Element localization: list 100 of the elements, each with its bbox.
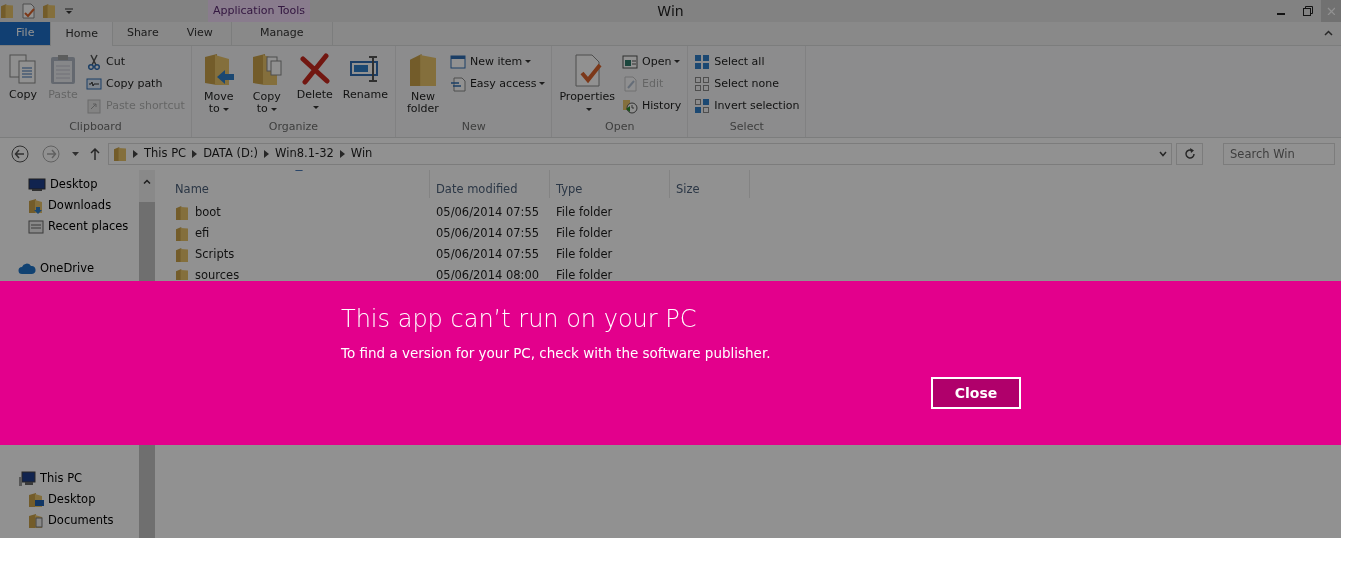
breadcrumb[interactable]: This PC <box>144 145 187 163</box>
contextual-tab-header: Application Tools <box>208 0 310 22</box>
folder-icon <box>175 225 189 242</box>
nav-label: Desktop <box>48 490 96 508</box>
file-name[interactable]: boot <box>195 203 221 222</box>
banner-message: To find a version for your PC, check with the software publisher. <box>341 344 772 363</box>
table-cell-text: 05/06/2014 08:00 <box>435 266 541 280</box>
document-lines-icon <box>449 76 466 92</box>
documents-icon <box>7 53 39 85</box>
table-cell-text: File folder <box>555 245 614 263</box>
nav-item[interactable]: Desktop <box>0 489 139 510</box>
address-field[interactable]: This PC DATA (D:) Win8.1-32 Win <box>108 143 1172 165</box>
ribbon-button[interactable]: Open <box>620 51 684 73</box>
nav-item[interactable]: Desktop <box>0 174 139 195</box>
places-icon <box>28 218 44 235</box>
ribbon-tab[interactable]: View <box>172 21 227 45</box>
refresh-button[interactable] <box>1176 143 1203 165</box>
ribbon-button[interactable]: Copy to <box>243 49 290 119</box>
chevron-right-icon <box>339 150 345 158</box>
scroll-up-button[interactable] <box>139 170 155 192</box>
grid-icon <box>694 54 711 70</box>
ribbon-button[interactable]: Copy <box>4 49 42 119</box>
banner-title: This app can’t run on your PC <box>341 304 698 335</box>
cloud-icon <box>18 262 36 275</box>
ribbon-button[interactable]: Copy path <box>84 73 187 95</box>
ribbon-button[interactable]: Easy access <box>447 73 548 95</box>
folder-icon <box>113 146 127 162</box>
breadcrumb[interactable]: Win8.1-32 <box>275 145 334 163</box>
ribbon-button[interactable]: Select all <box>692 51 802 73</box>
folder-monitor-icon <box>28 491 44 508</box>
file-name[interactable]: efi <box>195 224 210 243</box>
table-cell-text: 05/06/2014 07:55 <box>435 224 541 242</box>
ribbon-button[interactable]: Select none <box>692 73 802 95</box>
breadcrumb[interactable]: Win <box>350 145 373 163</box>
file-tab[interactable]: File <box>0 21 51 45</box>
ribbon-button[interactable]: New item <box>447 51 548 73</box>
grid-icon <box>694 76 711 92</box>
minimize-icon <box>1276 13 1285 15</box>
ribbon-button[interactable]: History <box>620 95 684 117</box>
column-header[interactable]: Name <box>169 170 430 198</box>
folder-icon <box>42 3 56 19</box>
column-header[interactable]: Size <box>670 170 750 198</box>
table-cell-text: File folder <box>555 266 614 280</box>
folder-arrow-icon <box>28 197 44 214</box>
ribbon-button[interactable]: Move to <box>195 49 242 119</box>
nav-item[interactable]: This PC <box>0 468 139 489</box>
table-cell-text: 05/06/2014 07:55 <box>435 245 541 263</box>
folder-document-icon <box>28 512 44 529</box>
nav-item[interactable]: Downloads <box>0 195 139 216</box>
chevron-right-icon <box>133 150 138 158</box>
shortcut-icon <box>86 98 102 114</box>
chevron-up-icon <box>143 178 151 184</box>
restore-icon <box>1302 6 1313 16</box>
folder-documents-icon <box>250 53 283 87</box>
monitor-icon <box>28 177 46 192</box>
group-label: Clipboard <box>68 119 123 135</box>
table-cell-text: File folder <box>555 224 614 242</box>
group-label: New <box>460 119 487 135</box>
cross-icon <box>298 53 331 85</box>
scrollbar-thumb[interactable] <box>139 192 155 202</box>
ribbon-tab[interactable]: Share <box>112 21 173 45</box>
scissors-icon <box>86 54 102 70</box>
nav-label: Downloads <box>48 196 112 214</box>
folder-clock-icon <box>622 98 638 114</box>
window-icon <box>449 54 466 70</box>
nav-label: Recent places <box>48 217 129 235</box>
ribbon-button[interactable]: Rename <box>339 49 391 119</box>
chevron-down-icon <box>1159 151 1167 157</box>
column-header[interactable]: Date modified <box>430 170 550 198</box>
folder-arrow-icon <box>202 53 235 87</box>
ribbon-button[interactable]: Properties <box>556 49 618 119</box>
chevron-up-icon <box>1324 30 1333 36</box>
file-name[interactable]: Scripts <box>195 245 235 264</box>
close-button[interactable]: Close <box>931 377 1021 410</box>
group-label: Organize <box>267 119 319 135</box>
file-name[interactable]: sources <box>195 266 240 280</box>
window-title: Win <box>657 2 684 19</box>
ribbon-tab[interactable]: Manage <box>230 21 333 45</box>
grid-icon <box>694 98 711 114</box>
nav-item[interactable]: Recent places <box>0 216 139 237</box>
folder-icon <box>0 3 14 19</box>
breadcrumb[interactable]: DATA (D:) <box>203 145 259 163</box>
ribbon-button[interactable]: Delete <box>291 49 338 119</box>
ribbon-tab[interactable]: Home <box>50 21 113 46</box>
folder-icon <box>408 53 437 87</box>
ribbon-button[interactable]: Invert selection <box>692 95 802 117</box>
nav-item[interactable]: OneDrive <box>0 258 139 279</box>
dropdown-icon <box>71 152 79 156</box>
window-icon <box>622 54 638 70</box>
ribbon-button[interactable]: New folder <box>399 49 446 119</box>
nav-label: Desktop <box>50 175 98 193</box>
column-header[interactable]: Type <box>550 170 670 198</box>
chevron-right-icon <box>192 150 198 158</box>
search-field[interactable]: Search Win <box>1223 143 1335 165</box>
ribbon-button[interactable]: Cut <box>84 51 187 73</box>
table-cell-text: 05/06/2014 07:55 <box>435 203 541 221</box>
computer-icon <box>18 470 36 487</box>
nav-label: Documents <box>48 511 114 529</box>
nav-item[interactable]: Documents <box>0 510 139 531</box>
pencil-document-icon <box>622 76 638 92</box>
